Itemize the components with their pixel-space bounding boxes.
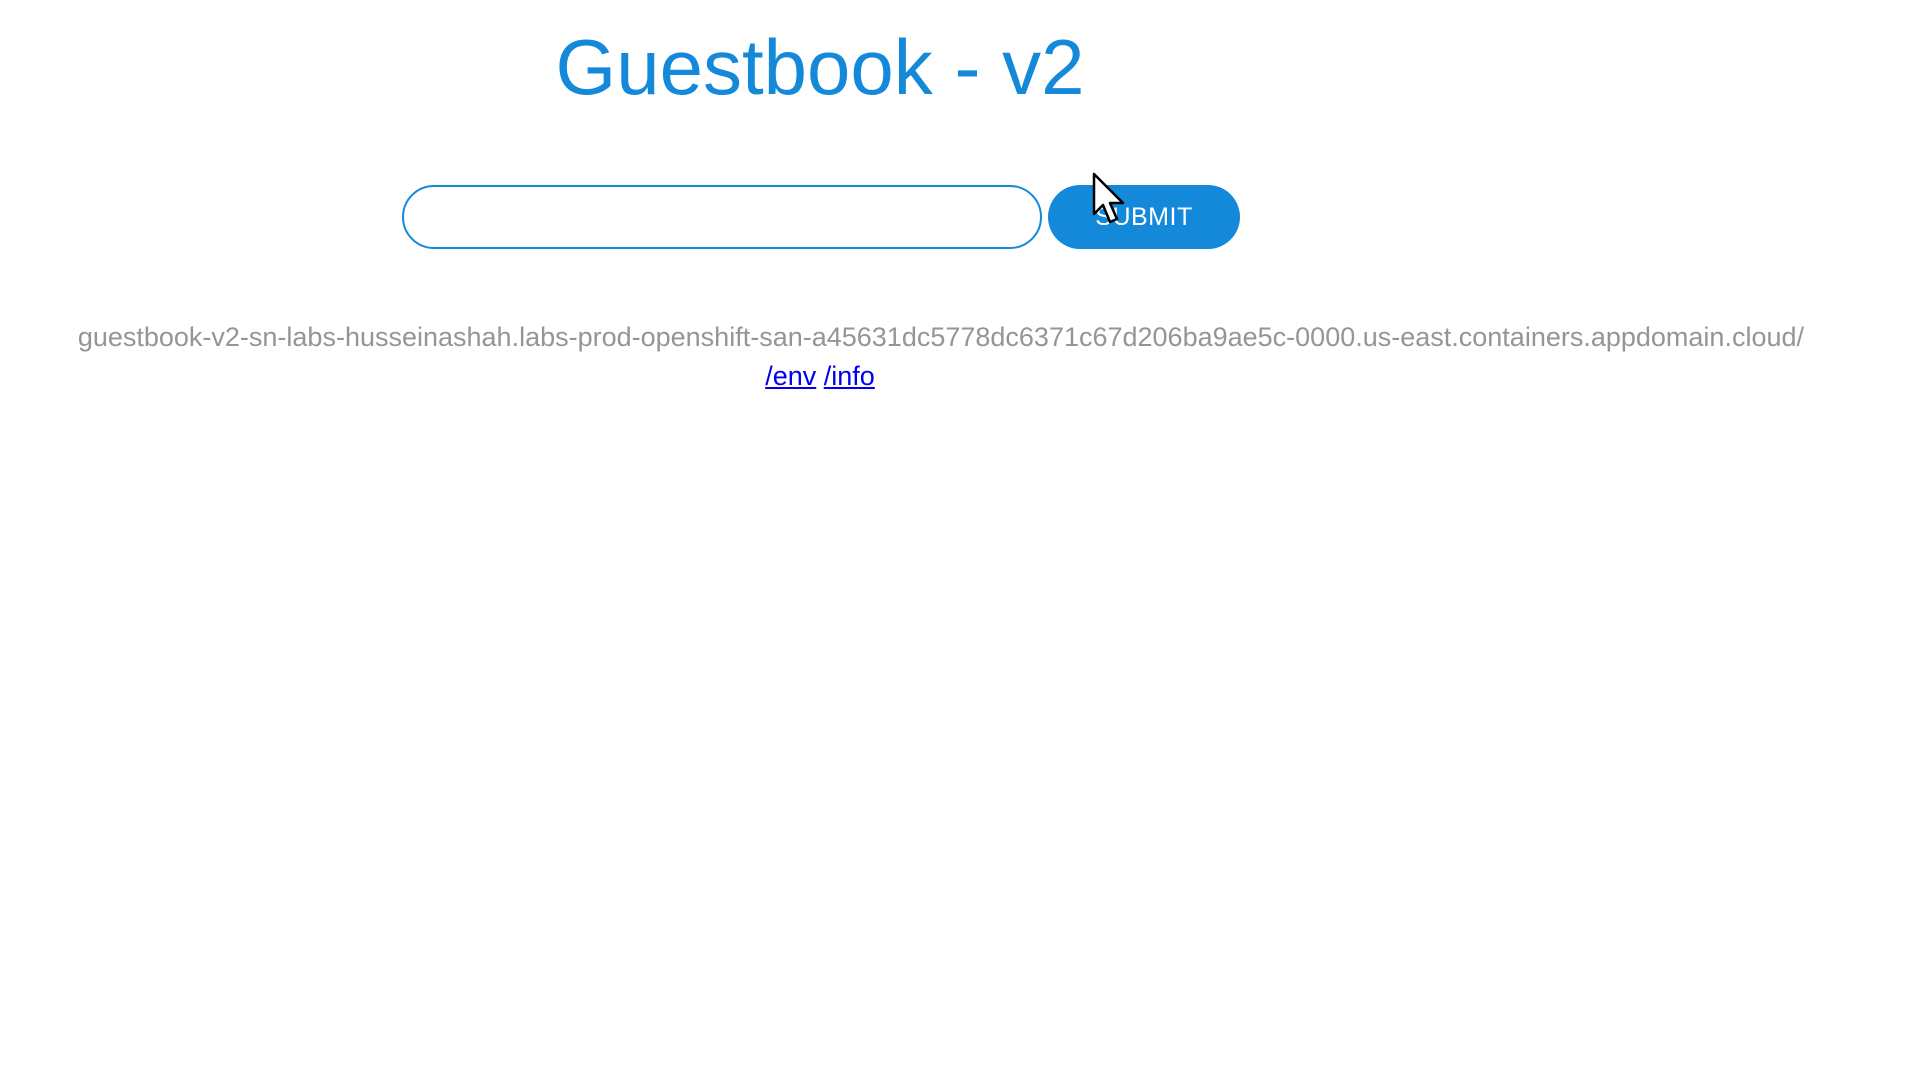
page-title: Guestbook - v2 [555, 23, 1085, 111]
env-link[interactable]: /env [765, 361, 816, 391]
guestbook-page: Guestbook - v2 SUBMIT guestbook-v2-sn-la… [0, 0, 1920, 1080]
entry-form: SUBMIT [402, 185, 1240, 249]
host-address: guestbook-v2-sn-labs-husseinashah.labs-p… [77, 322, 1804, 352]
submit-button[interactable]: SUBMIT [1048, 185, 1240, 249]
endpoint-links: /env /info [0, 361, 1640, 392]
guestbook-entry-input[interactable] [402, 185, 1042, 249]
info-link[interactable]: /info [824, 361, 875, 391]
